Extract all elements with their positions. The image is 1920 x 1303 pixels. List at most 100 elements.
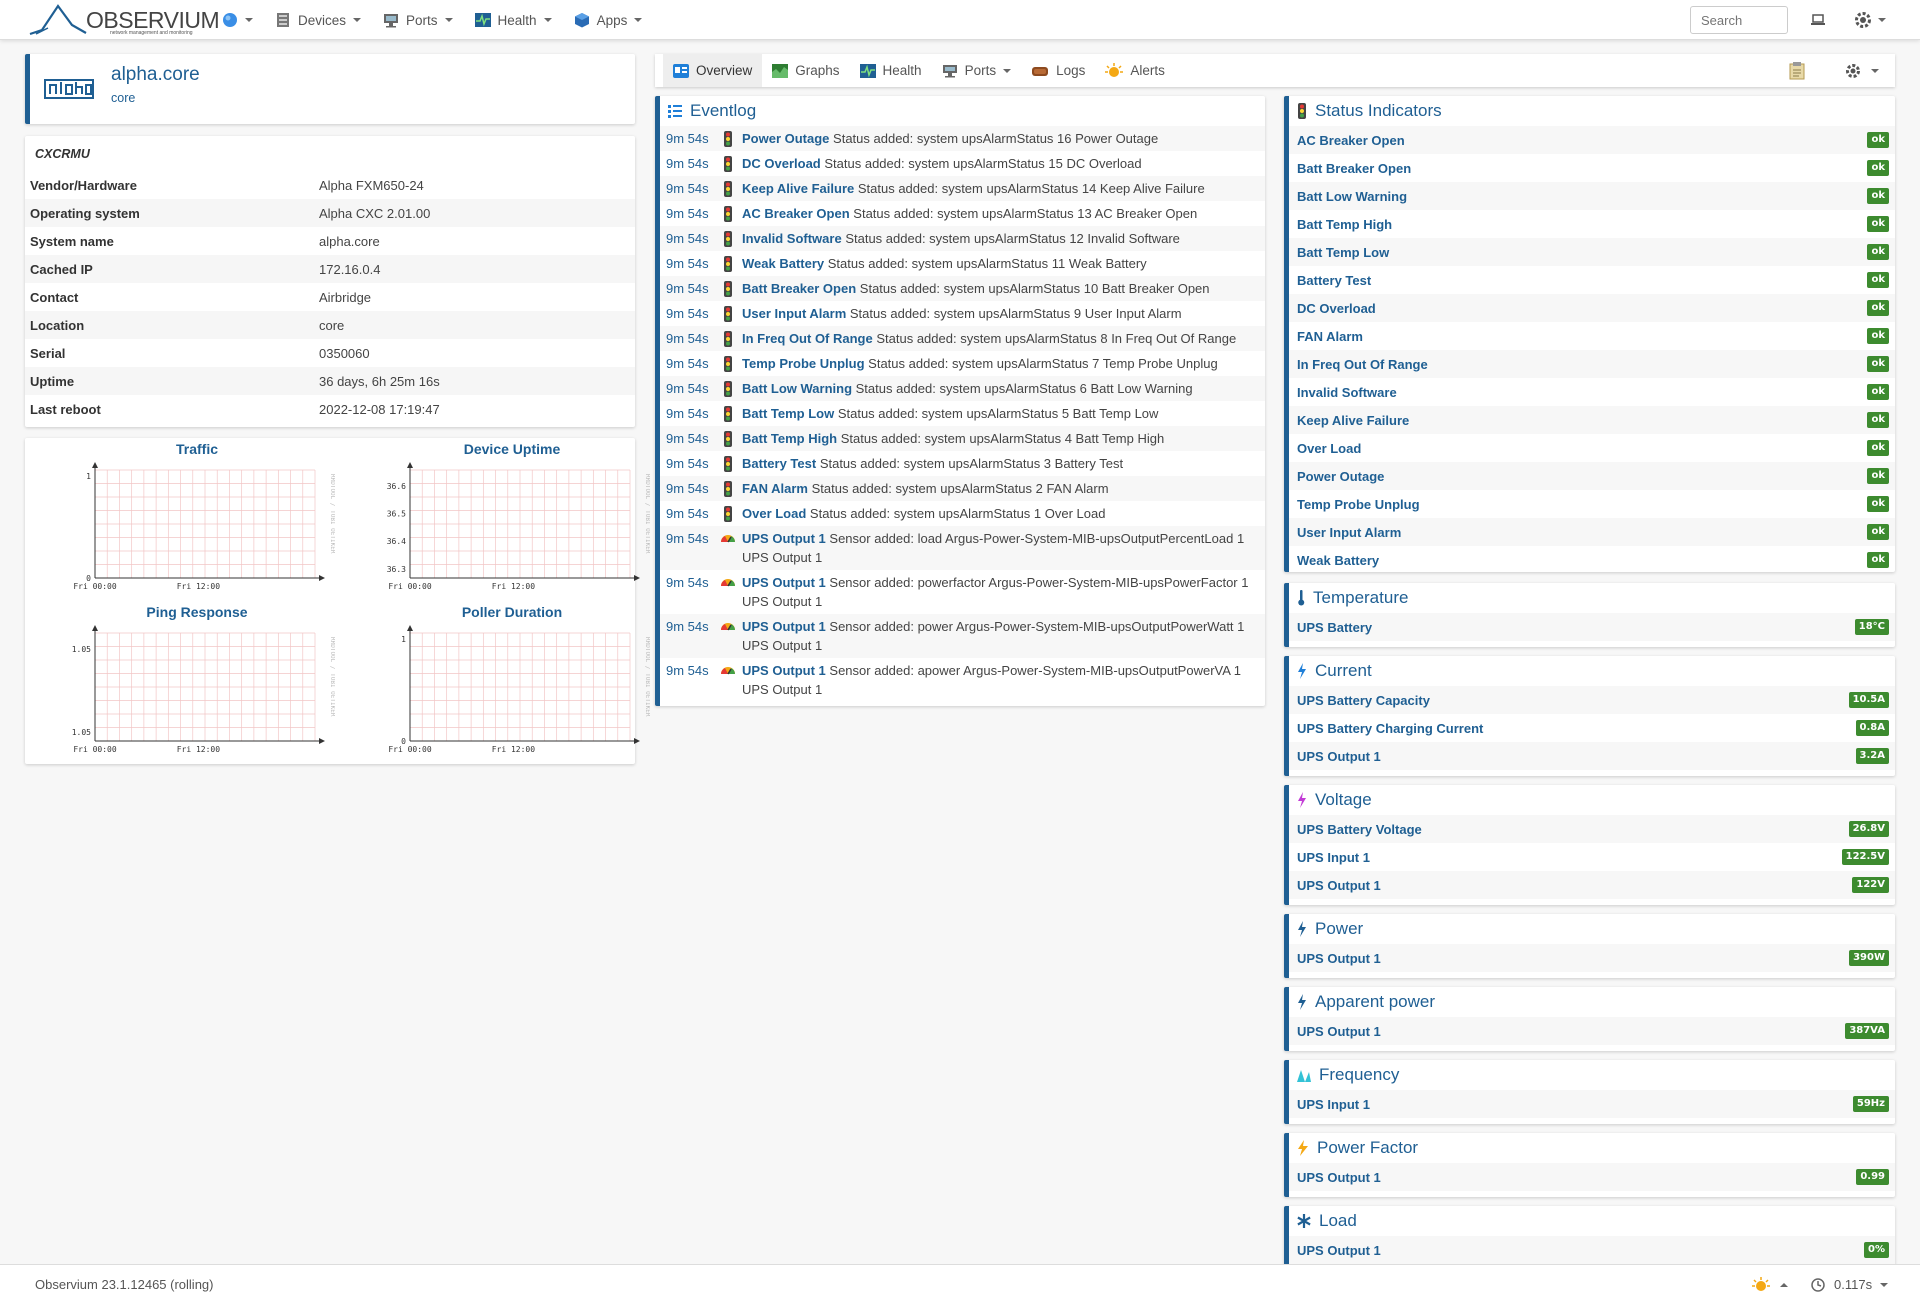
sensor-row[interactable]: UPS Output 1 122V — [1289, 871, 1895, 899]
tab-alerts[interactable]: Alerts — [1095, 54, 1175, 87]
event-entity-link[interactable]: Power Outage — [742, 131, 829, 146]
status-indicator-name[interactable]: Temp Probe Unplug — [1297, 497, 1420, 512]
status-indicator-name[interactable]: Batt Temp Low — [1297, 245, 1389, 260]
sensor-row[interactable]: UPS Output 1 3.2A — [1289, 742, 1895, 770]
ping-response-graph[interactable]: 1.05 1.05 Fri 00:00 Fri 12:00 RRDTOOL / TOBI… — [45, 623, 335, 761]
status-indicator-name[interactable]: Batt Temp High — [1297, 217, 1392, 232]
status-indicator-name[interactable]: Weak Battery — [1297, 553, 1379, 568]
sensor-row[interactable]: UPS Output 1 0% — [1289, 1236, 1895, 1264]
event-entity-link[interactable]: Batt Temp High — [742, 431, 837, 446]
event-entity-link[interactable]: UPS Output 1 — [742, 663, 826, 678]
status-indicator-name[interactable]: FAN Alarm — [1297, 329, 1363, 344]
status-indicator-row[interactable]: User Input Alarm ok — [1289, 518, 1895, 546]
status-indicator-row[interactable]: Over Load ok — [1289, 434, 1895, 462]
tab-health[interactable]: Health — [850, 54, 932, 87]
tab-ports[interactable]: Ports — [932, 54, 1022, 87]
chevron-down-icon[interactable] — [1878, 18, 1886, 22]
gear-icon[interactable] — [1845, 63, 1861, 79]
event-entity-link[interactable]: AC Breaker Open — [742, 206, 850, 221]
status-indicator-row[interactable]: FAN Alarm ok — [1289, 322, 1895, 350]
event-entity-link[interactable]: DC Overload — [742, 156, 821, 171]
event-entity-link[interactable]: UPS Output 1 — [742, 619, 826, 634]
event-entity-link[interactable]: User Input Alarm — [742, 306, 846, 321]
event-entity-link[interactable]: UPS Output 1 — [742, 531, 826, 546]
status-indicator-name[interactable]: Power Outage — [1297, 469, 1384, 484]
event-entity-link[interactable]: UPS Output 1 — [742, 575, 826, 590]
event-entity-link[interactable]: FAN Alarm — [742, 481, 808, 496]
sensor-name[interactable]: UPS Battery Capacity — [1297, 693, 1430, 708]
status-indicator-name[interactable]: User Input Alarm — [1297, 525, 1401, 540]
nav-health[interactable]: Health — [474, 12, 552, 28]
status-indicator-name[interactable]: Batt Low Warning — [1297, 189, 1407, 204]
nav-globe-menu[interactable] — [222, 12, 253, 28]
status-indicator-name[interactable]: DC Overload — [1297, 301, 1376, 316]
status-indicator-name[interactable]: Invalid Software — [1297, 385, 1397, 400]
graph-title-ping-response[interactable]: Ping Response — [97, 604, 297, 620]
alert-siren-icon[interactable] — [1752, 1277, 1770, 1293]
graph-title-device-uptime[interactable]: Device Uptime — [412, 441, 612, 457]
nav-apps[interactable]: Apps — [574, 12, 643, 28]
gear-icon[interactable] — [1854, 11, 1872, 29]
event-entity-link[interactable]: Batt Low Warning — [742, 381, 852, 396]
status-indicator-name[interactable]: AC Breaker Open — [1297, 133, 1405, 148]
status-indicator-row[interactable]: In Freq Out Of Range ok — [1289, 350, 1895, 378]
sensor-row[interactable]: UPS Battery Capacity 10.5A — [1289, 686, 1895, 714]
event-entity-link[interactable]: Batt Temp Low — [742, 406, 834, 421]
status-indicator-row[interactable]: Invalid Software ok — [1289, 378, 1895, 406]
status-indicator-row[interactable]: Battery Test ok — [1289, 266, 1895, 294]
event-entity-link[interactable]: Battery Test — [742, 456, 816, 471]
chevron-up-icon[interactable] — [1780, 1283, 1788, 1287]
tab-graphs[interactable]: Graphs — [762, 54, 849, 87]
status-indicator-row[interactable]: DC Overload ok — [1289, 294, 1895, 322]
status-indicator-row[interactable]: Keep Alive Failure ok — [1289, 406, 1895, 434]
poller-duration-graph[interactable]: 10Fri 00:00Fri 12:00RRDTOOL / TOBI OETIK… — [360, 623, 650, 761]
device-uptime-graph[interactable]: 36.6 36.5 36.4 36.3 Fri 00:00 Fri 12:00 RRDTOO… — [360, 460, 650, 598]
clipboard-icon[interactable] — [1789, 61, 1805, 80]
status-indicator-row[interactable]: Batt Temp Low ok — [1289, 238, 1895, 266]
chevron-down-icon[interactable] — [1871, 68, 1879, 73]
sensor-row[interactable]: UPS Battery Charging Current 0.8A — [1289, 714, 1895, 742]
status-indicator-row[interactable]: Power Outage ok — [1289, 462, 1895, 490]
sensor-name[interactable]: UPS Input 1 — [1297, 850, 1370, 865]
graph-title-poller-duration[interactable]: Poller Duration — [412, 604, 612, 620]
status-indicator-name[interactable]: In Freq Out Of Range — [1297, 357, 1428, 372]
sensor-row[interactable]: UPS Output 1 0.99 — [1289, 1163, 1895, 1191]
event-entity-link[interactable]: Temp Probe Unplug — [742, 356, 865, 371]
status-indicator-row[interactable]: Temp Probe Unplug ok — [1289, 490, 1895, 518]
sensor-name[interactable]: UPS Output 1 — [1297, 878, 1381, 893]
device-hostname-link[interactable]: alpha.core — [111, 64, 200, 86]
status-indicator-name[interactable]: Batt Breaker Open — [1297, 161, 1411, 176]
sensor-row[interactable]: UPS Battery Voltage 26.8V — [1289, 815, 1895, 843]
status-indicator-row[interactable]: Batt Breaker Open ok — [1289, 154, 1895, 182]
nav-devices[interactable]: Devices — [275, 12, 362, 28]
sensor-name[interactable]: UPS Input 1 — [1297, 1097, 1370, 1112]
sensor-name[interactable]: UPS Output 1 — [1297, 1170, 1381, 1185]
sensor-name[interactable]: UPS Output 1 — [1297, 1024, 1381, 1039]
sensor-row[interactable]: UPS Output 1 390W — [1289, 944, 1895, 972]
status-indicator-row[interactable]: Batt Low Warning ok — [1289, 182, 1895, 210]
event-entity-link[interactable]: In Freq Out Of Range — [742, 331, 873, 346]
observium-logo[interactable]: OBSERVIUM network management and monitor… — [28, 3, 220, 37]
sensor-name[interactable]: UPS Output 1 — [1297, 1243, 1381, 1258]
search-input[interactable] — [1690, 6, 1788, 34]
status-indicator-name[interactable]: Keep Alive Failure — [1297, 413, 1409, 428]
status-indicator-row[interactable]: Batt Temp High ok — [1289, 210, 1895, 238]
status-indicator-row[interactable]: Weak Battery ok — [1289, 546, 1895, 574]
status-indicator-name[interactable]: Over Load — [1297, 441, 1361, 456]
chevron-down-icon[interactable] — [1880, 1283, 1888, 1287]
event-entity-link[interactable]: Over Load — [742, 506, 806, 521]
sensor-name[interactable]: UPS Output 1 — [1297, 951, 1381, 966]
tab-logs[interactable]: Logs — [1021, 54, 1095, 87]
event-entity-link[interactable]: Keep Alive Failure — [742, 181, 854, 196]
event-entity-link[interactable]: Batt Breaker Open — [742, 281, 856, 296]
nav-ports[interactable]: Ports — [383, 12, 453, 28]
laptop-icon[interactable] — [1810, 13, 1826, 27]
sensor-row[interactable]: UPS Input 1 59Hz — [1289, 1090, 1895, 1118]
event-entity-link[interactable]: Weak Battery — [742, 256, 824, 271]
sensor-row[interactable]: UPS Battery 18°C — [1289, 613, 1895, 641]
sensor-row[interactable]: UPS Input 1 122.5V — [1289, 843, 1895, 871]
status-indicator-row[interactable]: AC Breaker Open ok — [1289, 126, 1895, 154]
sensor-row[interactable]: UPS Output 1 387VA — [1289, 1017, 1895, 1045]
sensor-name[interactable]: UPS Battery Voltage — [1297, 822, 1422, 837]
sensor-name[interactable]: UPS Battery — [1297, 620, 1372, 635]
